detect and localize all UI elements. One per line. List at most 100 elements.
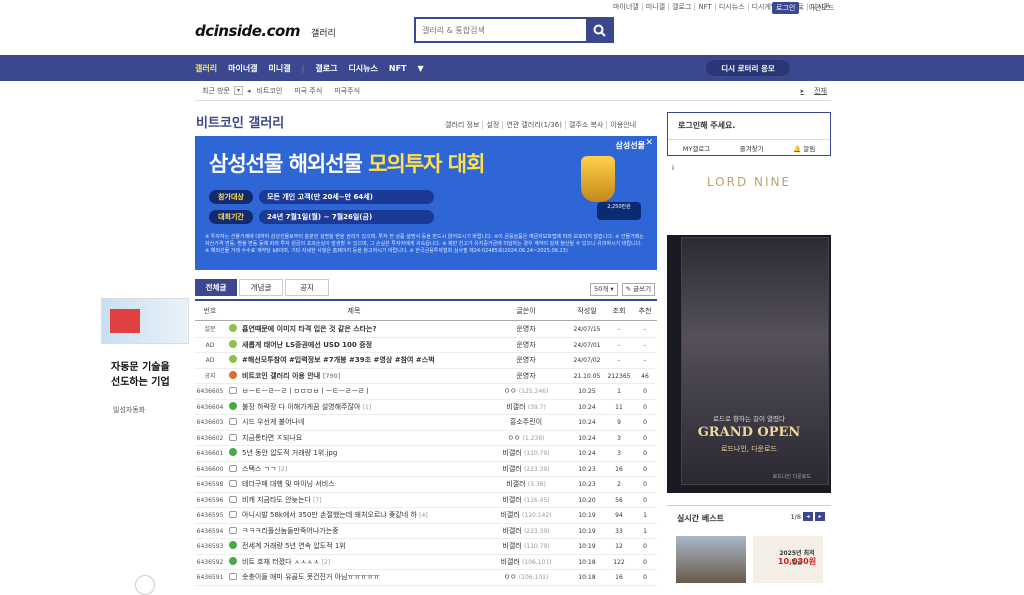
row-comment-count[interactable]: [2]	[279, 466, 288, 473]
row-writer[interactable]: 비갤러 (116.45)	[485, 493, 567, 508]
table-row[interactable]: 6436601 5년 동안 압도적 거래량 1위.jpg 비갤러 (110.79)…	[195, 446, 657, 462]
row-title[interactable]: 흡연때문에 이미지 타격 입은 것 같은 스타는?	[229, 322, 479, 337]
top-link[interactable]: 디시뉴스	[716, 3, 749, 11]
search-button[interactable]	[586, 19, 612, 41]
copy-address-link[interactable]: 갤주소 복사	[566, 121, 608, 129]
page-size-select[interactable]: 50개 ▾	[590, 283, 618, 296]
table-row[interactable]: 6436605 ㅂㅡㅌㅡㄹㅡㄹㅣㅁㅁㅁㅂㅣㅡㅌㅡㄹㅡㄹㅣ ㅇㅇ (125.246)…	[195, 384, 657, 400]
gallery-info-link[interactable]: 갤러리 정보	[442, 121, 484, 129]
row-title[interactable]: 아니시발 58k에서 350만 손절했는데 왜처오르냐 좆같네 하 [4]	[229, 508, 479, 523]
row-title[interactable]: 비트코인 갤러리 이용 안내 [790]	[229, 369, 479, 384]
nav-gallog[interactable]: 갤로그	[315, 63, 337, 74]
nav-mini-gallery[interactable]: 미니갤	[269, 63, 291, 74]
table-row[interactable]: 6436604 불장 하락장 다 이해가게끔 설명해주잖아 [1] 비갤러 (39.…	[195, 400, 657, 415]
related-gallery-link[interactable]: 연관 갤러리(1/36)	[503, 121, 566, 129]
tab-concept[interactable]: 개념글	[239, 279, 283, 296]
row-comment-count[interactable]: [1]	[363, 404, 372, 411]
row-title[interactable]: ㅂㅡㅌㅡㄹㅡㄹㅣㅁㅁㅁㅂㅣㅡㅌㅡㄹㅡㄹㅣ	[229, 384, 479, 399]
side-ad[interactable]: i LORD NINE 로드로 향하는 길이 열렸다 GRAND OPEN 로드…	[667, 163, 831, 493]
next-icon[interactable]: ▸	[815, 512, 825, 521]
row-comment-count[interactable]: [4]	[419, 512, 428, 519]
best-thumbnail[interactable]	[676, 536, 746, 583]
favorites-link[interactable]: 즐겨찾기	[740, 143, 764, 153]
table-row[interactable]: 6436592 비트 호재 터졌다 ㅅㅅㅅㅅ [2] 비갤러 (106.101) 10…	[195, 555, 657, 570]
recent-item-bitcoin[interactable]: 비트코인	[257, 86, 283, 96]
top-link[interactable]: 마이너갤	[610, 3, 643, 11]
row-title[interactable]: 지금롱타면 ㅈ되나요	[229, 431, 479, 446]
row-writer[interactable]: 비갤러 (106.101)	[485, 555, 567, 570]
nav-gallery[interactable]: 갤러리	[195, 63, 217, 74]
row-comment-count[interactable]: [2]	[322, 559, 331, 566]
table-row[interactable]: 6436593 전세계 거래량 5년 연속 압도적 1위 비갤러 (110.79)…	[195, 539, 657, 555]
my-gallog-link[interactable]: MY갤로그	[683, 143, 711, 153]
promo-banner[interactable]: 삼성선물 ✕ 삼성선물 해외선물 모의투자 대회 참가대상 모든 개인 고객(만…	[195, 136, 657, 270]
notifications-link[interactable]: 🔔 알림	[793, 143, 815, 153]
row-writer[interactable]: 비갤러 (110.79)	[485, 446, 567, 461]
prev-arrow-icon[interactable]: ◂	[247, 87, 251, 95]
table-row[interactable]: AD #해선모투참여 #입력정보 #7개봉 #39조 #영상 #참여 #스벅 운영…	[195, 353, 657, 369]
row-title[interactable]: 비트 호재 터졌다 ㅅㅅㅅㅅ [2]	[229, 555, 479, 570]
row-writer[interactable]: 비갤러 (223.39)	[485, 462, 567, 477]
row-writer[interactable]: 비갤러 (120.142)	[485, 508, 567, 523]
top-link[interactable]: NFT	[695, 3, 716, 11]
left-ad[interactable]: 자동문 기술을 선도하는 기업 일성자동화	[101, 298, 189, 595]
table-row[interactable]: 6436600 스택스 ㄱㄱ [2] 비갤러 (223.39) 10:23 16 0	[195, 462, 657, 477]
row-title[interactable]: 시드 우선게 불어나네	[229, 415, 479, 430]
recent-item-us-stock-minor[interactable]: 미국주식	[334, 86, 360, 96]
row-writer[interactable]: 흥소주린이	[485, 415, 567, 430]
row-title[interactable]: 5년 동안 압도적 거래량 1위.jpg	[229, 446, 479, 461]
info-icon[interactable]: i	[669, 165, 677, 173]
gallery-settings-link[interactable]: 설정	[483, 121, 504, 129]
usage-guide-link[interactable]: 이용안내	[607, 121, 639, 129]
recent-all-link[interactable]: ▸ 전체	[801, 86, 827, 96]
night-mode-toggle[interactable]: ☾ 야간모드	[800, 3, 834, 13]
row-title[interactable]: 테더구매 대행 및 마이닝 서비스	[229, 477, 479, 492]
nav-nft[interactable]: NFT	[389, 64, 407, 73]
table-row[interactable]: 설문 흡연때문에 이미지 타격 입은 것 같은 스타는? 운영자 24/07/15…	[195, 322, 657, 338]
row-writer[interactable]: 운영자	[485, 322, 567, 337]
row-comment-count[interactable]: [7]	[313, 497, 322, 504]
row-writer[interactable]: 비갤러 (3.36)	[485, 477, 567, 492]
best-thumbnail[interactable]: 2025년 최저임금 10,030원	[753, 536, 823, 583]
row-writer[interactable]: 운영자	[485, 369, 567, 384]
row-title[interactable]: 비캐 지금타도 안늦는다 [7]	[229, 493, 479, 508]
row-writer[interactable]: 비갤러 (223.39)	[485, 524, 567, 539]
login-button[interactable]: 로그인	[772, 2, 800, 14]
login-prompt[interactable]: 로그인해 주세요.	[678, 120, 735, 131]
nav-more-dropdown-icon[interactable]: ▼	[418, 64, 424, 73]
row-comment-count[interactable]: [790]	[323, 373, 341, 380]
table-row[interactable]: 공지 비트코인 갤러리 이용 안내 [790] 운영자 21.10.05 212365…	[195, 369, 657, 384]
recent-item-us-stock[interactable]: 미국 주식	[294, 86, 322, 96]
lottery-button[interactable]: 디시 로터리 응모	[706, 60, 790, 76]
row-title[interactable]: ㅋㅋㅋ리플산놈들만죽어나가는중	[229, 524, 479, 539]
top-link[interactable]: 갤로그	[669, 3, 696, 11]
table-row[interactable]: 6436595 아니시발 58k에서 350만 손절했는데 왜처오르냐 좆같네 하…	[195, 508, 657, 524]
row-writer[interactable]: ㅇㅇ (106.101)	[485, 570, 567, 585]
row-writer[interactable]: 운영자	[485, 353, 567, 368]
search-input[interactable]	[416, 19, 586, 41]
row-title[interactable]: 새롭게 태어난 LS증권에선 USD 100 증정	[229, 338, 479, 353]
close-icon[interactable]: ✕	[645, 138, 653, 148]
row-title[interactable]: 불장 하락장 다 이해가게끔 설명해주잖아 [1]	[229, 400, 479, 415]
scroll-arrow[interactable]	[135, 575, 155, 595]
table-row[interactable]: 6436602 지금롱타면 ㅈ되나요 ㅇㅇ (1.236) 10:24 3 0	[195, 431, 657, 446]
nav-dcnews[interactable]: 디시뉴스	[348, 63, 377, 74]
row-writer[interactable]: 운영자	[485, 338, 567, 353]
top-link[interactable]: 미니갤	[643, 3, 670, 11]
prev-icon[interactable]: ◂	[803, 512, 813, 521]
table-row[interactable]: 6436591 숏충이들 애미 유골도 못건진거 아님ㅠㅠㅠㅠㅠ ㅇㅇ (106.…	[195, 570, 657, 586]
gallery-title[interactable]: 비트코인 갤러리	[196, 112, 284, 131]
table-row[interactable]: 6436603 시드 우선게 불어나네 흥소주린이 10:24 9 0	[195, 415, 657, 431]
nav-minor-gallery[interactable]: 마이너갤	[228, 63, 257, 74]
write-button[interactable]: ✎ 글쓰기	[621, 283, 656, 296]
row-title[interactable]: 숏충이들 애미 유골도 못건진거 아님ㅠㅠㅠㅠㅠ	[229, 570, 479, 585]
row-writer[interactable]: ㅇㅇ (125.246)	[485, 384, 567, 399]
recent-dropdown-icon[interactable]: ▾	[234, 86, 243, 95]
table-row[interactable]: 6436596 비캐 지금타도 안늦는다 [7] 비갤러 (116.45) 10:20…	[195, 493, 657, 508]
tab-notice[interactable]: 공지	[285, 279, 329, 296]
site-logo[interactable]: dcinside.com	[195, 22, 300, 40]
table-row[interactable]: 6436594 ㅋㅋㅋ리플산놈들만죽어나가는중 비갤러 (223.39) 10:19…	[195, 524, 657, 539]
table-row[interactable]: 6436598 테더구매 대행 및 마이닝 서비스 비갤러 (3.36) 10:23…	[195, 477, 657, 493]
row-writer[interactable]: ㅇㅇ (1.236)	[485, 431, 567, 446]
logo-subtitle[interactable]: 갤러리	[311, 26, 336, 39]
